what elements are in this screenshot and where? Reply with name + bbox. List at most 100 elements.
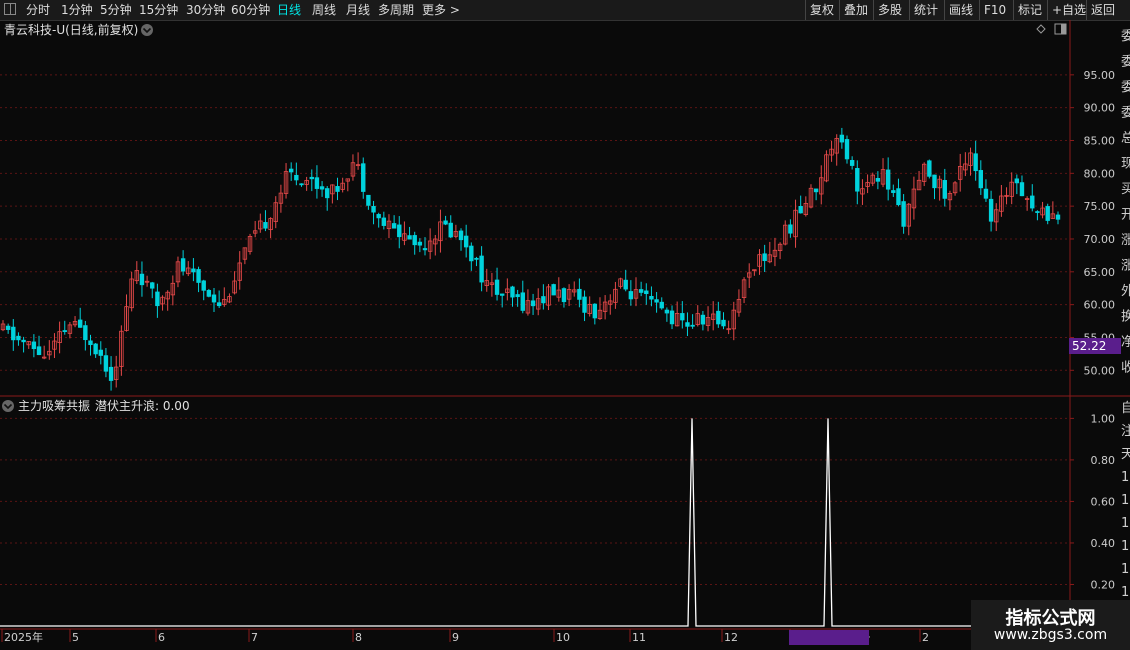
- candle-body: [263, 222, 268, 229]
- tab-5min[interactable]: 5分钟: [100, 2, 132, 18]
- quote-label-glyph: 委: [1121, 29, 1130, 44]
- indicator-label-glyph: 1: [1121, 562, 1129, 577]
- overlay-button[interactable]: 叠加: [839, 0, 872, 20]
- mark-button[interactable]: 标记: [1013, 0, 1046, 20]
- tab-multi-period[interactable]: 多周期: [378, 2, 414, 18]
- candle-body: [973, 153, 978, 172]
- back-button[interactable]: 返回: [1086, 0, 1119, 20]
- tab-more[interactable]: 更多 >: [422, 2, 460, 18]
- candle-body: [891, 190, 896, 193]
- watermark-url: www.zbgs3.com: [993, 627, 1108, 643]
- candle-body: [191, 268, 196, 273]
- candle-body: [139, 273, 145, 286]
- draw-line-button[interactable]: 画线: [944, 0, 977, 20]
- candle-body: [299, 183, 304, 186]
- candle-body: [541, 296, 546, 304]
- candle-body: [11, 326, 16, 341]
- candle-body: [458, 230, 464, 241]
- tab-30min[interactable]: 30分钟: [186, 2, 225, 18]
- tab-1min[interactable]: 1分钟: [61, 2, 93, 18]
- candle-body: [1014, 178, 1020, 184]
- window-layout-icon[interactable]: [4, 3, 16, 15]
- indicator-dropdown-icon[interactable]: [2, 400, 14, 412]
- price-tick-label: 50.00: [1084, 364, 1116, 377]
- quote-label-glyph: 涨: [1121, 259, 1130, 274]
- candle-body: [788, 224, 793, 234]
- candle-body: [855, 168, 860, 192]
- adjust-button[interactable]: 复权: [805, 0, 838, 20]
- panel-toggle-icon[interactable]: [1054, 23, 1067, 35]
- indicator-grid: [0, 417, 1070, 585]
- candle-body: [932, 174, 937, 189]
- statistics-button[interactable]: 统计: [909, 0, 942, 20]
- candle-body: [510, 286, 515, 298]
- candle-body: [927, 160, 932, 177]
- candle-body: [479, 255, 484, 283]
- multi-stock-button[interactable]: 多股: [873, 0, 906, 20]
- candle-body: [206, 290, 212, 297]
- candle-body: [1035, 211, 1040, 213]
- candle-body: [1055, 214, 1061, 220]
- candle-body: [150, 282, 155, 289]
- current-price-tag: 52.22: [1072, 339, 1106, 353]
- candle-body: [983, 188, 989, 199]
- candle-body: [654, 299, 659, 303]
- candle-body: [294, 174, 299, 181]
- quote-label-glyph: 总: [1121, 131, 1130, 146]
- candle-body: [412, 235, 417, 246]
- indicator-tick-label: 0.60: [1091, 495, 1116, 508]
- main-price-grid: [0, 20, 1071, 629]
- quote-panel-edge: 委委委委总现买开涨涨外换净收: [1121, 29, 1130, 376]
- candlestick-series: [0, 127, 1061, 391]
- candle-body: [448, 222, 453, 238]
- candle-body: [366, 194, 371, 206]
- tab-monthly[interactable]: 月线: [346, 2, 370, 18]
- indicator-value-label: 潜伏主升浪: 0.00: [95, 398, 190, 413]
- x-tick-label: 5: [72, 631, 79, 644]
- candle-body: [62, 330, 67, 332]
- candle-body: [31, 341, 37, 350]
- indicator-tick-label: 1.00: [1091, 412, 1116, 425]
- tab-15min[interactable]: 15分钟: [139, 2, 178, 18]
- candle-body: [901, 201, 906, 227]
- indicator-label-glyph: 1: [1121, 516, 1129, 531]
- tab-timeshare[interactable]: 分时: [26, 2, 50, 18]
- price-tick-label: 75.00: [1084, 200, 1116, 213]
- candle-body: [325, 188, 330, 199]
- tab-60min[interactable]: 60分钟: [231, 2, 270, 18]
- candle-body: [942, 180, 947, 199]
- candle-body: [849, 160, 855, 166]
- candle-body: [335, 186, 340, 192]
- quote-label-glyph: 换: [1121, 310, 1130, 325]
- tab-daily[interactable]: 日线: [277, 2, 301, 18]
- x-tick-label: 11: [632, 631, 646, 644]
- candle-body: [376, 214, 381, 219]
- candle-body: [669, 310, 675, 325]
- title-dropdown-icon[interactable]: [141, 24, 153, 36]
- kline-chart-area[interactable]: 50.0055.0060.0065.0070.0075.0080.0085.00…: [0, 20, 1130, 650]
- candle-body: [314, 177, 320, 189]
- x-tick-label: 10: [556, 631, 570, 644]
- date-cursor-tag-bg: [789, 630, 869, 645]
- candle-body: [108, 366, 114, 381]
- candle-body: [361, 163, 366, 192]
- indicator-title: 主力吸筹共振: [18, 399, 90, 413]
- quote-label-glyph: 现: [1121, 157, 1130, 172]
- period-toolbar: 分时 1分钟 5分钟 15分钟 30分钟 60分钟 日线 周线 月线 多周期 更…: [0, 0, 1130, 21]
- add-watchlist-button[interactable]: +自选: [1047, 0, 1090, 20]
- f10-button[interactable]: F10: [979, 0, 1010, 20]
- candle-body: [680, 313, 685, 321]
- candle-body: [551, 284, 556, 296]
- price-tick-label: 65.00: [1084, 266, 1116, 279]
- candle-body: [499, 293, 505, 296]
- diamond-icon[interactable]: [1036, 24, 1046, 34]
- candle-body: [577, 288, 582, 300]
- candle-body: [798, 206, 803, 214]
- candle-body: [649, 295, 654, 300]
- tab-weekly[interactable]: 周线: [312, 2, 336, 18]
- candle-body: [5, 325, 11, 330]
- candle-body: [371, 206, 376, 213]
- candle-body: [978, 170, 984, 189]
- candle-body: [463, 235, 469, 248]
- price-axis: 50.0055.0060.0065.0070.0075.0080.0085.00…: [1070, 69, 1115, 377]
